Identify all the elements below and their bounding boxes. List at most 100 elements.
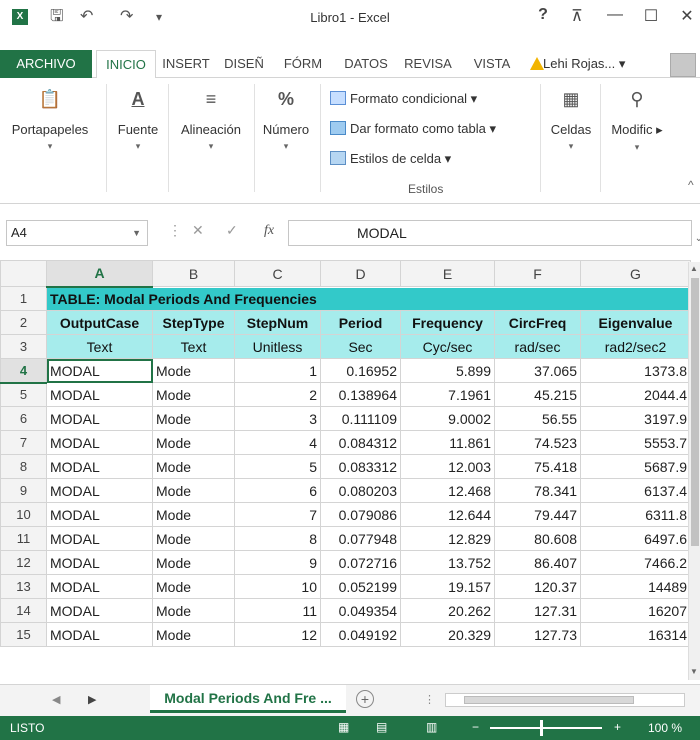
cell[interactable]: 4 xyxy=(234,430,321,455)
cell[interactable]: 16207 xyxy=(580,598,691,623)
cell[interactable]: Mode xyxy=(152,406,235,431)
cell[interactable]: 0.049354 xyxy=(320,598,401,623)
cell[interactable]: MODAL xyxy=(46,622,153,647)
row-header[interactable]: 11 xyxy=(0,526,47,551)
cell[interactable]: 56.55 xyxy=(494,406,581,431)
row-header[interactable]: 6 xyxy=(0,406,47,431)
cell[interactable]: 1 xyxy=(234,358,321,383)
column-header[interactable]: C xyxy=(234,260,321,287)
cell[interactable]: 0.079086 xyxy=(320,502,401,527)
number-group[interactable]: % Número ▾ xyxy=(256,86,316,152)
cell[interactable]: 0.138964 xyxy=(320,382,401,407)
cell[interactable]: Mode xyxy=(152,430,235,455)
cell[interactable]: 20.262 xyxy=(400,598,495,623)
cell[interactable]: 2044.4 xyxy=(580,382,691,407)
row-header[interactable]: 4 xyxy=(0,358,47,384)
cell[interactable]: Mode xyxy=(152,598,235,623)
cell[interactable]: MODAL xyxy=(46,430,153,455)
cell[interactable]: 12.468 xyxy=(400,478,495,503)
previous-sheet-icon[interactable]: ◀ xyxy=(52,693,60,706)
cell[interactable]: 19.157 xyxy=(400,574,495,599)
column-header[interactable]: E xyxy=(400,260,495,287)
cell[interactable]: 0.083312 xyxy=(320,454,401,479)
cell[interactable]: 16314 xyxy=(580,622,691,647)
insert-function-button[interactable]: fx xyxy=(264,223,274,239)
cell[interactable]: 120.37 xyxy=(494,574,581,599)
cell[interactable]: 5553.7 xyxy=(580,430,691,455)
cell[interactable]: MODAL xyxy=(46,406,153,431)
cell[interactable]: MODAL xyxy=(46,502,153,527)
cell[interactable]: rad2/sec2 xyxy=(580,334,691,359)
cell[interactable]: 2 xyxy=(234,382,321,407)
scrollbar-thumb[interactable] xyxy=(464,696,634,704)
row-header[interactable]: 9 xyxy=(0,478,47,503)
zoom-out-icon[interactable]: − xyxy=(472,720,479,734)
tab-home[interactable]: INICIO xyxy=(96,50,156,79)
selected-cell[interactable]: MODAL xyxy=(46,358,153,383)
cell[interactable]: 127.73 xyxy=(494,622,581,647)
cell[interactable]: 0.080203 xyxy=(320,478,401,503)
add-sheet-button[interactable]: + xyxy=(356,690,374,708)
modify-group[interactable]: ⚲ Modific ▸ ▾ xyxy=(602,86,672,153)
row-header[interactable]: 1 xyxy=(0,286,47,311)
zoom-slider-thumb[interactable] xyxy=(540,720,543,736)
cell[interactable]: 9.0002 xyxy=(400,406,495,431)
cell[interactable]: 6311.8 xyxy=(580,502,691,527)
row-header[interactable]: 3 xyxy=(0,334,47,359)
tab-design[interactable]: DISEÑ xyxy=(218,50,270,78)
cell[interactable]: Mode xyxy=(152,622,235,647)
zoom-slider[interactable] xyxy=(490,727,602,729)
cell[interactable]: Mode xyxy=(152,382,235,407)
cell[interactable]: 0.111109 xyxy=(320,406,401,431)
row-header[interactable]: 2 xyxy=(0,310,47,335)
tab-formulas[interactable]: FÓRM xyxy=(278,50,328,78)
format-as-table-button[interactable]: Dar formato como tabla ▾ xyxy=(330,118,496,140)
row-header[interactable]: 12 xyxy=(0,550,47,575)
zoom-in-icon[interactable]: + xyxy=(614,720,621,734)
cell[interactable]: Mode xyxy=(152,454,235,479)
font-group[interactable]: A Fuente ▾ xyxy=(112,86,164,152)
cell[interactable]: 10 xyxy=(234,574,321,599)
clipboard-group[interactable]: 📋 Portapapeles ▾ xyxy=(8,86,92,152)
cell[interactable]: Text xyxy=(152,334,235,359)
vertical-scrollbar[interactable]: ▲ ▼ xyxy=(688,262,700,680)
cell[interactable]: 12.644 xyxy=(400,502,495,527)
collapse-ribbon-icon[interactable]: ^ xyxy=(688,178,694,192)
cell[interactable]: 20.329 xyxy=(400,622,495,647)
cell[interactable]: 14489 xyxy=(580,574,691,599)
cell[interactable]: Text xyxy=(46,334,153,359)
row-header[interactable]: 10 xyxy=(0,502,47,527)
cell[interactable]: 5.899 xyxy=(400,358,495,383)
tab-review[interactable]: REVISA xyxy=(398,50,458,78)
formula-input[interactable]: MODAL ⌄ xyxy=(288,220,700,246)
enter-icon[interactable]: ✓ xyxy=(226,222,238,239)
cell[interactable]: Mode xyxy=(152,550,235,575)
cell[interactable]: Mode xyxy=(152,502,235,527)
cell[interactable]: MODAL xyxy=(46,382,153,407)
column-header[interactable]: G xyxy=(580,260,691,287)
cell[interactable]: 78.341 xyxy=(494,478,581,503)
maximize-button[interactable]: ☐ xyxy=(638,6,664,26)
tab-file[interactable]: ARCHIVO xyxy=(0,50,92,78)
cell[interactable]: 86.407 xyxy=(494,550,581,575)
cell[interactable]: MODAL xyxy=(46,478,153,503)
chevron-down-icon[interactable]: ▼ xyxy=(132,221,141,245)
cell[interactable]: Cyc/sec xyxy=(400,334,495,359)
cell-styles-button[interactable]: Estilos de celda ▾ xyxy=(330,148,451,170)
cell[interactable]: CircFreq xyxy=(494,310,581,335)
cell[interactable]: 7466.2 xyxy=(580,550,691,575)
cell[interactable]: 6 xyxy=(234,478,321,503)
cell[interactable]: 127.31 xyxy=(494,598,581,623)
scrollbar-thumb[interactable] xyxy=(691,278,699,546)
cell[interactable]: 13.752 xyxy=(400,550,495,575)
cell[interactable]: rad/sec xyxy=(494,334,581,359)
row-header[interactable]: 13 xyxy=(0,574,47,599)
cell[interactable]: 45.215 xyxy=(494,382,581,407)
cell[interactable]: 7 xyxy=(234,502,321,527)
cell[interactable]: 12 xyxy=(234,622,321,647)
cell[interactable]: 11.861 xyxy=(400,430,495,455)
conditional-format-button[interactable]: Formato condicional ▾ xyxy=(330,88,477,110)
cell[interactable]: StepType xyxy=(152,310,235,335)
cell[interactable]: 5687.9 xyxy=(580,454,691,479)
column-header[interactable]: D xyxy=(320,260,401,287)
